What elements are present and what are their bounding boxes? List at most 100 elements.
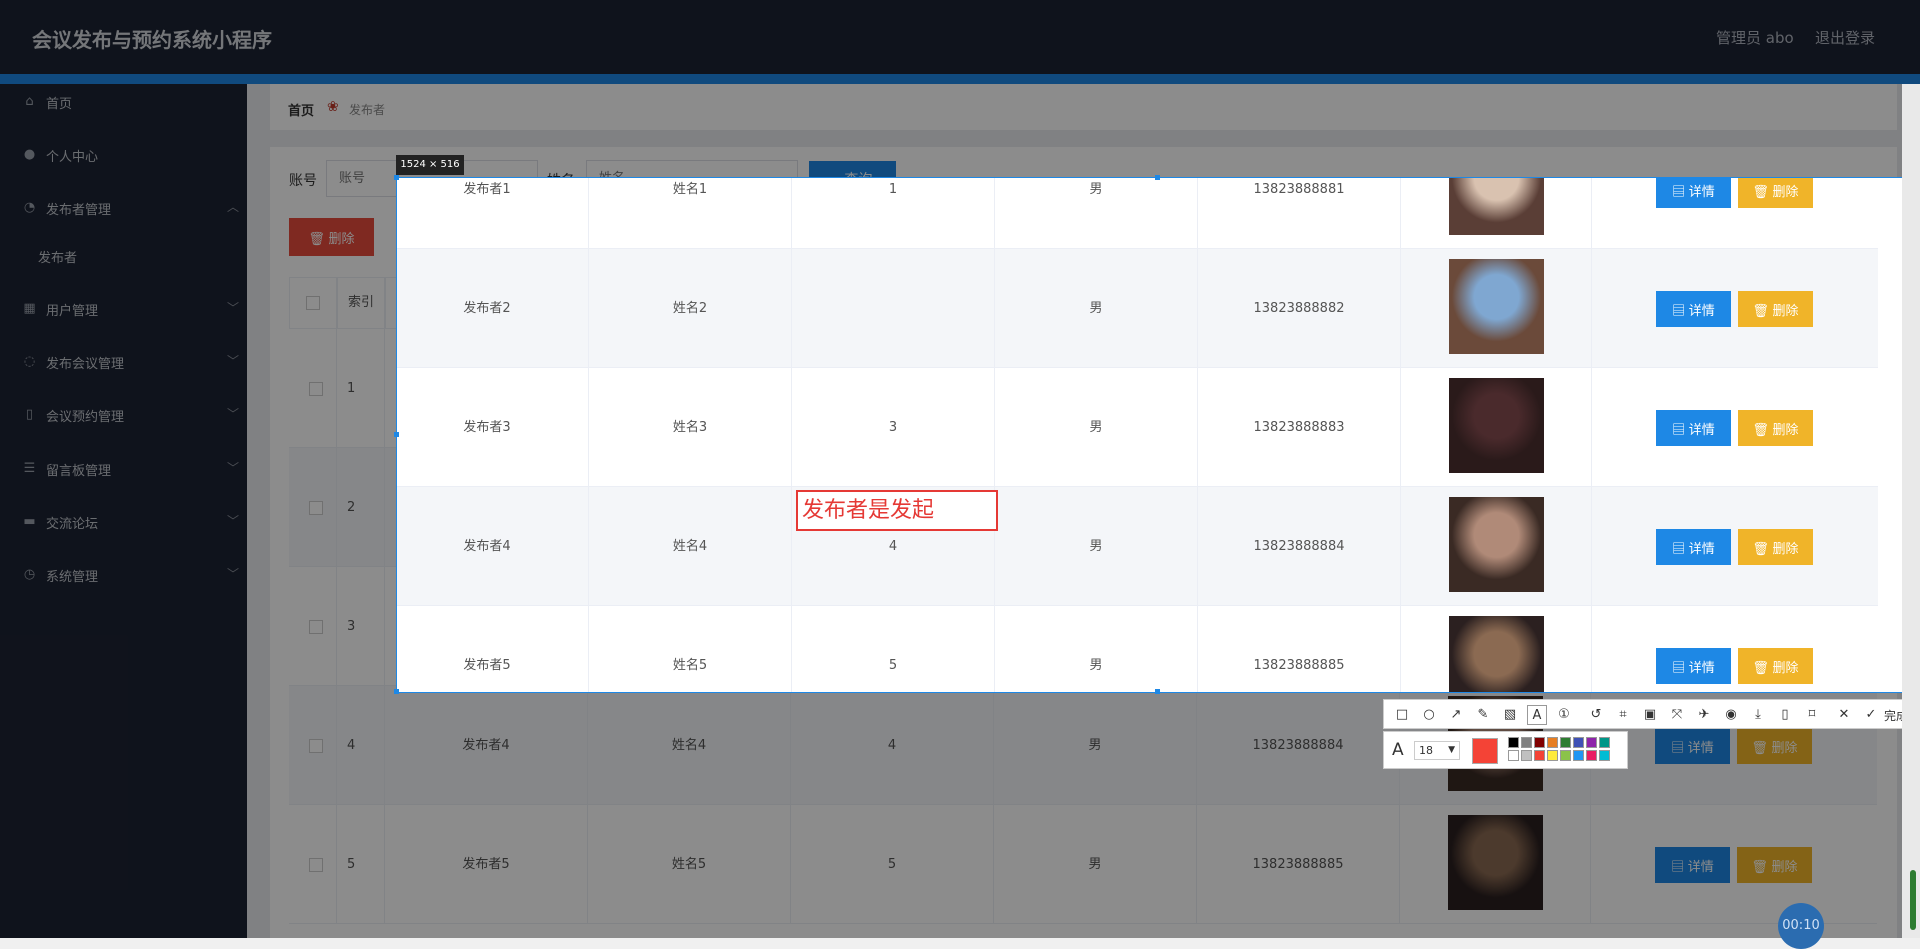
color-swatch[interactable] — [1547, 737, 1558, 748]
resize-handle[interactable] — [1155, 175, 1160, 180]
cell-name: 姓名1 — [589, 178, 792, 249]
row-delete-button[interactable]: 🗑 删除 — [1738, 410, 1813, 446]
detail-button[interactable]: ▤ 详情 — [1656, 529, 1731, 565]
publisher-photo[interactable] — [1449, 259, 1544, 354]
color-swatch[interactable] — [1521, 750, 1532, 761]
publisher-photo[interactable] — [1449, 378, 1544, 473]
cell-phone: 13823888881 — [1198, 178, 1401, 249]
text-style-bar: A 18 ▼ — [1383, 731, 1628, 769]
capture-region[interactable]: 索引 账号⇕ 姓名⇕ 年龄⇕ 性别⇕ 手机⇕ 照片⇕ 操作 1发布者1姓名11男… — [396, 177, 1920, 693]
row-delete-button[interactable]: 🗑 删除 — [1738, 529, 1813, 565]
cell-account: 发布者3 — [397, 368, 589, 487]
scroll-capture-icon[interactable]: ⤧ — [1667, 705, 1687, 725]
font-size-select[interactable]: 18 ▼ — [1414, 741, 1460, 760]
table-row: 2发布者2姓名2男13823888882 ▤ 详情 🗑 删除 — [397, 249, 1878, 368]
download-icon[interactable]: ⤓ — [1748, 705, 1768, 725]
mosaic-icon[interactable]: ▧ — [1500, 705, 1520, 725]
detail-label: 详情 — [1688, 183, 1715, 199]
text-annotation[interactable]: 发布者是发起 — [796, 490, 998, 531]
trash-icon: 🗑 — [1752, 183, 1773, 199]
cell-age: 1 — [792, 178, 995, 249]
pen-icon[interactable]: ✎ — [1473, 705, 1493, 725]
detail-button[interactable]: ▤ 详情 — [1656, 648, 1731, 684]
cell-gender: 男 — [995, 249, 1198, 368]
delete-label: 删除 — [1772, 302, 1799, 318]
table-row: 3发布者3姓名33男13823888883 ▤ 详情 🗑 删除 — [397, 368, 1878, 487]
cell-phone: 13823888885 — [1198, 606, 1401, 692]
publisher-photo[interactable] — [1449, 497, 1544, 592]
cell-account: 发布者2 — [397, 249, 589, 368]
undo-icon[interactable]: ↺ — [1586, 705, 1606, 725]
publisher-photo[interactable] — [1449, 178, 1544, 235]
delete-label: 删除 — [1772, 540, 1799, 556]
font-size-value: 18 — [1419, 744, 1433, 757]
rect-icon[interactable]: □ — [1392, 705, 1412, 725]
cell-age — [792, 249, 995, 368]
color-swatch[interactable] — [1599, 750, 1610, 761]
color-swatch[interactable] — [1534, 750, 1545, 761]
doc-icon: ▤ — [1672, 659, 1689, 675]
color-swatch[interactable] — [1573, 750, 1584, 761]
color-swatch[interactable] — [1560, 737, 1571, 748]
color-swatch[interactable] — [1547, 750, 1558, 761]
current-color-swatch[interactable] — [1472, 738, 1498, 764]
detail-label: 详情 — [1688, 302, 1715, 318]
resize-handle[interactable] — [394, 689, 399, 694]
resize-handle[interactable] — [394, 175, 399, 180]
record-icon[interactable]: ◉ — [1721, 705, 1741, 725]
close-icon[interactable]: ✕ — [1834, 705, 1854, 725]
color-swatch[interactable] — [1573, 737, 1584, 748]
cell-actions: ▤ 详情 🗑 删除 — [1592, 368, 1878, 487]
text-icon[interactable]: A — [1527, 705, 1547, 725]
row-delete-button[interactable]: 🗑 删除 — [1738, 648, 1813, 684]
check-icon[interactable]: ✓ — [1861, 705, 1881, 725]
row-delete-button[interactable]: 🗑 删除 — [1738, 178, 1813, 208]
cell-actions: ▤ 详情 🗑 删除 — [1592, 606, 1878, 692]
pin-icon[interactable]: ✈ — [1694, 705, 1714, 725]
page-scrollbar[interactable] — [1902, 84, 1920, 938]
save-icon[interactable]: ▯ — [1775, 705, 1795, 725]
trash-icon: 🗑 — [1752, 302, 1773, 318]
bookmark-icon[interactable]: ⌑ — [1802, 705, 1822, 725]
cell-account: 发布者5 — [397, 606, 589, 692]
detail-label: 详情 — [1688, 421, 1715, 437]
cell-name: 姓名2 — [589, 249, 792, 368]
serial-icon[interactable]: ① — [1554, 705, 1574, 725]
color-swatch[interactable] — [1586, 750, 1597, 761]
detail-label: 详情 — [1688, 540, 1715, 556]
scrollbar-thumb[interactable] — [1910, 870, 1916, 930]
cell-actions: ▤ 详情 🗑 删除 — [1592, 487, 1878, 606]
resize-handle[interactable] — [1155, 689, 1160, 694]
arrow-icon[interactable]: ↗ — [1446, 705, 1466, 725]
detail-button[interactable]: ▤ 详情 — [1656, 178, 1731, 208]
delete-label: 删除 — [1772, 659, 1799, 675]
color-swatch[interactable] — [1560, 750, 1571, 761]
cell-phone: 13823888883 — [1198, 368, 1401, 487]
color-swatch[interactable] — [1599, 737, 1610, 748]
cell-name: 姓名5 — [589, 606, 792, 692]
cell-gender: 男 — [995, 606, 1198, 692]
doc-icon: ▤ — [1672, 302, 1689, 318]
ellipse-icon[interactable]: ○ — [1419, 705, 1439, 725]
color-swatch[interactable] — [1508, 737, 1519, 748]
cell-account: 发布者1 — [397, 178, 589, 249]
resize-handle[interactable] — [394, 432, 399, 437]
color-swatch[interactable] — [1521, 737, 1532, 748]
detail-button[interactable]: ▤ 详情 — [1656, 410, 1731, 446]
cell-account: 发布者4 — [397, 487, 589, 606]
publisher-photo[interactable] — [1449, 616, 1544, 692]
detail-button[interactable]: ▤ 详情 — [1656, 291, 1731, 327]
doc-icon: ▤ — [1672, 183, 1689, 199]
color-swatch[interactable] — [1508, 750, 1519, 761]
cell-age: 5 — [792, 606, 995, 692]
font-size-icon: A — [1392, 740, 1404, 760]
row-delete-button[interactable]: 🗑 删除 — [1738, 291, 1813, 327]
cell-phone: 13823888884 — [1198, 487, 1401, 606]
color-swatch[interactable] — [1586, 737, 1597, 748]
trash-icon: 🗑 — [1752, 659, 1773, 675]
color-swatch[interactable] — [1534, 737, 1545, 748]
delete-label: 删除 — [1772, 421, 1799, 437]
crop-icon[interactable]: ⌗ — [1613, 705, 1633, 725]
ocr-icon[interactable]: ▣ — [1640, 705, 1660, 725]
cell-actions: ▤ 详情 🗑 删除 — [1592, 178, 1878, 249]
